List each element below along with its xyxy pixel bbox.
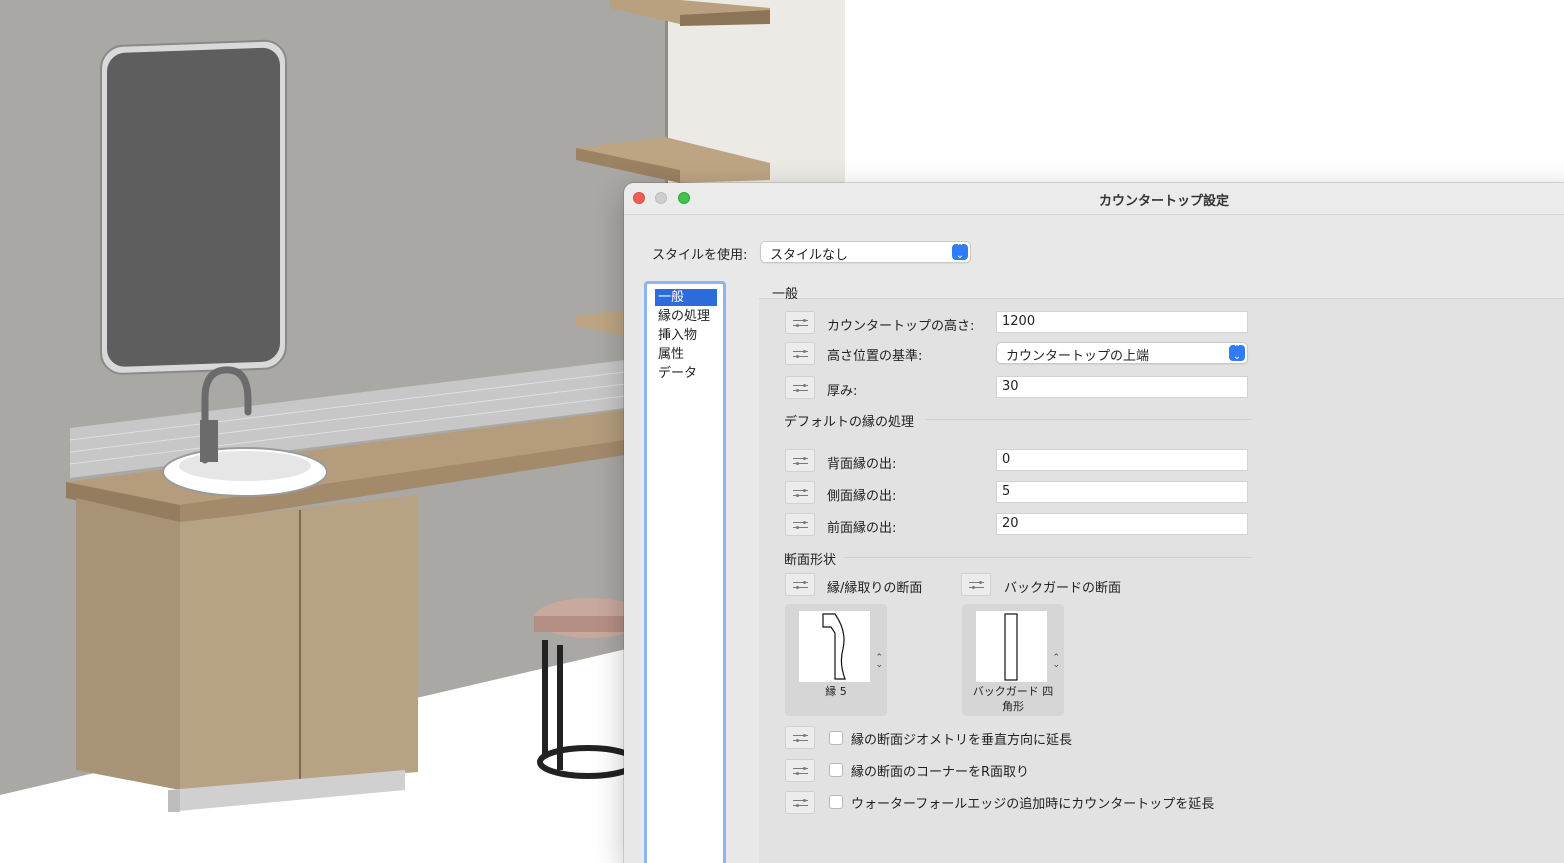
parameter-link-button[interactable] — [785, 573, 815, 596]
round-edge-corners-label: 縁の断面のコーナーをR面取り — [851, 765, 1030, 780]
extend-edge-vertical-checkbox[interactable] — [829, 731, 843, 745]
divider — [926, 419, 1252, 420]
title-bar: カウンタートップ設定 — [624, 183, 1564, 215]
edge-profile-label: 縁/縁取りの断面 — [827, 581, 923, 596]
edge-profile-name: 縁 5 — [825, 685, 847, 698]
parameter-link-button[interactable] — [785, 513, 815, 536]
chevron-updown-icon: ⌃ ⌄ — [875, 653, 883, 670]
height-label: カウンタートップの高さ: — [827, 319, 975, 334]
parameter-link-button[interactable] — [785, 759, 815, 782]
extend-waterfall-label: ウォーターフォールエッジの追加時にカウンタートップを延長 — [851, 797, 1215, 812]
cabinet — [76, 495, 418, 812]
sidebar-item-edge-treatment[interactable]: 縁の処理 — [655, 308, 717, 325]
extend-edge-vertical-label: 縁の断面ジオメトリを垂直方向に延長 — [851, 733, 1073, 748]
style-label: スタイルを使用: — [652, 248, 748, 263]
countertop-settings-dialog: カウンタートップ設定 スタイルを使用: スタイルなし ⌃ ⌄ 一般 縁の処理 挿入… — [624, 183, 1564, 863]
side-overhang-input[interactable]: 5 — [996, 481, 1248, 503]
parameter-link-button[interactable] — [785, 726, 815, 749]
section-title-general: 一般 — [772, 287, 799, 302]
close-window-button[interactable] — [633, 192, 645, 204]
backsplash-profile-picker[interactable]: ⌃ ⌄ バックガード 四 角形 — [962, 604, 1064, 716]
edge-profile-picker[interactable]: ⌃ ⌄ 縁 5 — [785, 604, 887, 716]
default-edge-heading: デフォルトの縁の処理 — [784, 415, 915, 430]
chevron-updown-icon: ⌃ ⌄ — [1052, 653, 1060, 670]
parameter-link-button[interactable] — [785, 311, 815, 334]
side-overhang-label: 側面縁の出: — [827, 489, 897, 504]
dialog-title: カウンタートップ設定 — [1098, 194, 1229, 209]
sidebar-item-data[interactable]: データ — [655, 365, 717, 382]
sidebar-item-attributes[interactable]: 属性 — [655, 346, 717, 363]
front-overhang-label: 前面縁の出: — [827, 521, 897, 536]
back-overhang-label: 背面縁の出: — [827, 457, 897, 472]
profile-heading: 断面形状 — [784, 553, 837, 568]
mirror — [100, 39, 287, 375]
parameter-link-button[interactable] — [785, 449, 815, 472]
thickness-input[interactable]: 30 — [996, 376, 1248, 398]
style-select[interactable]: スタイルなし ⌃ ⌄ — [760, 241, 971, 263]
sidebar-item-general[interactable]: 一般 — [655, 289, 717, 306]
parameter-link-button[interactable] — [961, 573, 991, 596]
minimize-window-button[interactable] — [655, 192, 667, 204]
thickness-label: 厚み: — [827, 384, 858, 399]
parameter-link-button[interactable] — [785, 376, 815, 399]
height-reference-label: 高さ位置の基準: — [827, 349, 923, 364]
height-reference-select[interactable]: カウンタートップの上端 ⌃ ⌄ — [996, 342, 1248, 364]
parameter-link-button[interactable] — [785, 481, 815, 504]
sidebar-item-inserts[interactable]: 挿入物 — [655, 327, 717, 344]
chevron-updown-icon: ⌃ ⌄ — [952, 243, 968, 261]
edge-profile-thumbnail — [799, 611, 870, 682]
height-input[interactable]: 1200 — [996, 311, 1248, 333]
parameter-link-button[interactable] — [785, 791, 815, 814]
divider — [844, 557, 1252, 558]
front-overhang-input[interactable]: 20 — [996, 513, 1248, 535]
backsplash-profile-thumbnail — [976, 611, 1047, 682]
chevron-updown-icon: ⌃ ⌄ — [1229, 344, 1245, 362]
back-overhang-input[interactable]: 0 — [996, 449, 1248, 471]
backsplash-profile-label: バックガードの断面 — [1004, 581, 1122, 596]
zoom-window-button[interactable] — [678, 192, 690, 204]
extend-waterfall-checkbox[interactable] — [829, 795, 843, 809]
category-list: 一般 縁の処理 挿入物 属性 データ — [644, 281, 726, 863]
height-reference-value: カウンタートップの上端 — [1006, 349, 1150, 364]
backsplash-profile-name: バックガード 四 角形 — [972, 685, 1054, 713]
style-select-value: スタイルなし — [770, 248, 849, 263]
round-edge-corners-checkbox[interactable] — [829, 763, 843, 777]
parameter-link-button[interactable] — [785, 342, 815, 365]
